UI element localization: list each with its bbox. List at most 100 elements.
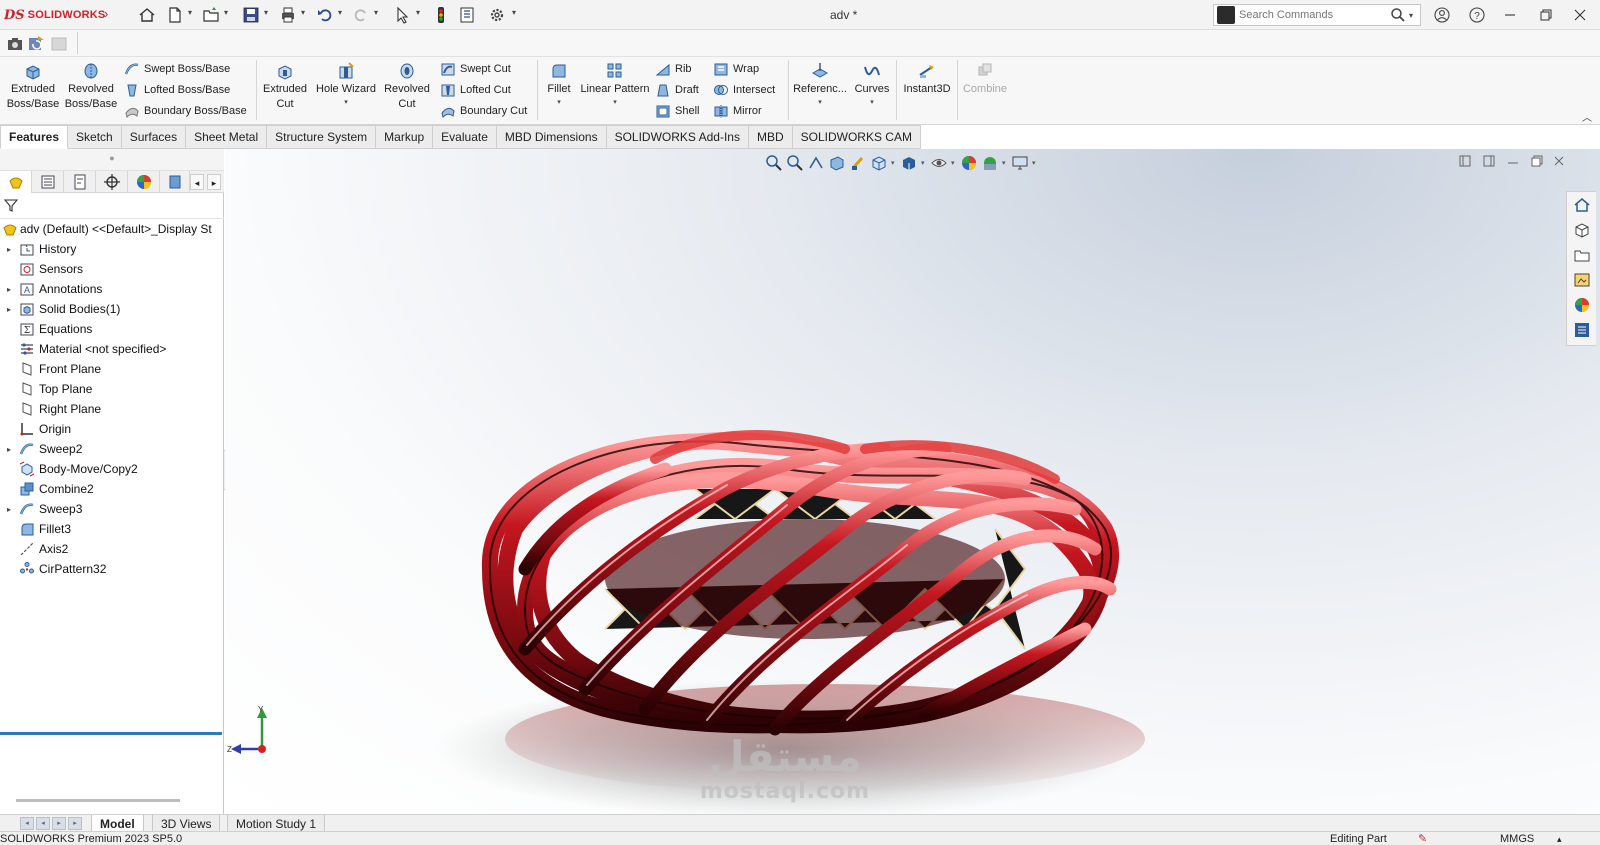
tab-solidworks-add-ins[interactable]: SOLIDWORKS Add-Ins	[606, 125, 749, 149]
collapse-ribbon-chevron-icon[interactable]: ︿	[1582, 109, 1592, 124]
screen-capture-camera-icon[interactable]	[6, 35, 24, 53]
instant3d-button[interactable]: Instant3D	[900, 61, 954, 97]
search-commands-box[interactable]: ▾	[1213, 4, 1421, 26]
zoom-to-fit-icon[interactable]	[765, 154, 783, 172]
account-icon[interactable]	[1430, 5, 1454, 25]
display-style-icon[interactable]	[900, 154, 918, 172]
tree-filter-row[interactable]	[0, 193, 224, 219]
view-settings-dropdown-icon[interactable]: ▾	[1032, 159, 1038, 167]
mirror-button[interactable]: Mirror	[713, 102, 762, 120]
edit-appearance-icon[interactable]	[960, 154, 978, 172]
display-style-dropdown-icon[interactable]: ▾	[921, 159, 927, 167]
solidworks-resources-home-icon[interactable]	[1573, 196, 1591, 214]
tree-item-history[interactable]: ▸ History	[0, 239, 224, 259]
print-dropdown-icon[interactable]: ▾	[299, 9, 307, 17]
redo-dropdown-icon[interactable]: ▾	[372, 9, 380, 17]
tab-evaluate[interactable]: Evaluate	[433, 125, 497, 149]
search-dropdown-icon[interactable]: ▾	[1409, 11, 1413, 20]
panel-horizontal-scrollbar[interactable]	[16, 799, 180, 802]
last-tab-icon[interactable]: ▸	[68, 817, 82, 830]
tree-item-cirpattern32[interactable]: CirPattern32	[0, 559, 224, 579]
tree-item-combine2[interactable]: Combine2	[0, 479, 224, 499]
linear-pattern-dropdown-icon[interactable]: ▾	[613, 98, 617, 108]
tree-item-material-not-specified[interactable]: Material <not specified>	[0, 339, 224, 359]
panel-grip[interactable]: ●	[0, 149, 224, 171]
viewport-maximize-icon[interactable]	[1529, 153, 1545, 169]
tab-structure-system[interactable]: Structure System	[267, 125, 377, 149]
expand-arrow-icon[interactable]: ▸	[4, 445, 14, 454]
swept-boss-button[interactable]: Swept Boss/Base	[124, 60, 230, 78]
configurationmanager-tab[interactable]	[64, 171, 96, 193]
linear-pattern-button[interactable]: Linear Pattern ▾	[578, 61, 652, 108]
viewport-close-icon[interactable]	[1551, 153, 1567, 169]
tree-item-sweep2[interactable]: ▸ Sweep2	[0, 439, 224, 459]
tab-sheet-metal[interactable]: Sheet Metal	[186, 125, 268, 149]
minimize-icon[interactable]	[1498, 5, 1522, 25]
unit-system-dropdown-icon[interactable]: ▴	[1557, 832, 1562, 845]
toggle-view-icon[interactable]	[50, 35, 68, 53]
hide-show-dropdown-icon[interactable]: ▾	[951, 159, 957, 167]
expand-arrow-icon[interactable]: ▸	[4, 285, 14, 294]
view-palette-icon[interactable]	[1573, 271, 1591, 289]
featuremanager-tab[interactable]	[0, 171, 32, 193]
dimxpertmanager-tab[interactable]	[96, 171, 128, 193]
tab-model[interactable]: Model	[91, 815, 144, 832]
viewport-tile-icon[interactable]	[1457, 153, 1473, 169]
revolved-boss-button[interactable]: Revolved Boss/Base	[63, 61, 119, 112]
zoom-to-area-icon[interactable]	[786, 154, 804, 172]
previous-tab-icon[interactable]: ◂	[36, 817, 50, 830]
combine-button[interactable]: Combine	[960, 61, 1010, 97]
cam-tab[interactable]	[160, 171, 190, 193]
lofted-cut-button[interactable]: Lofted Cut	[440, 81, 511, 99]
tree-item-annotations[interactable]: ▸ A Annotations	[0, 279, 224, 299]
solidworks-logo[interactable]: DS SOLIDWORKS	[4, 7, 105, 23]
torus-sweep-model[interactable]	[225, 149, 1600, 814]
dynamic-annotation-icon[interactable]	[849, 154, 867, 172]
rebuild-status-icon[interactable]: ✎	[1418, 832, 1427, 845]
previous-view-icon[interactable]	[807, 154, 825, 172]
tab-sketch[interactable]: Sketch	[68, 125, 122, 149]
first-tab-icon[interactable]: ◂	[20, 817, 34, 830]
tab-3d-views[interactable]: 3D Views	[152, 815, 221, 832]
menu-expand-chevron-icon[interactable]: ›	[104, 6, 116, 24]
unit-system[interactable]: MMGS	[1500, 832, 1534, 845]
revolved-cut-button[interactable]: Revolved Cut	[382, 61, 432, 112]
close-icon[interactable]	[1568, 5, 1592, 25]
tree-item-axis2[interactable]: Axis2	[0, 539, 224, 559]
next-tab-icon[interactable]: ▸	[52, 817, 66, 830]
curves-dropdown-icon[interactable]: ▾	[870, 98, 874, 108]
swept-cut-button[interactable]: Swept Cut	[440, 60, 511, 78]
apply-scene-dropdown-icon[interactable]: ▾	[1002, 159, 1008, 167]
tree-item-sensors[interactable]: Sensors	[0, 259, 224, 279]
draft-button[interactable]: Draft	[655, 81, 699, 99]
filter-funnel-icon[interactable]	[4, 198, 18, 212]
appearances-scenes-icon[interactable]	[1573, 296, 1591, 314]
undo-icon[interactable]	[316, 5, 334, 25]
lofted-boss-button[interactable]: Lofted Boss/Base	[124, 81, 230, 99]
select-pointer-icon[interactable]	[394, 5, 412, 25]
viewport-restore-down-icon[interactable]	[1481, 153, 1497, 169]
section-view-icon[interactable]	[828, 154, 846, 172]
extruded-cut-button[interactable]: Extruded Cut	[260, 61, 310, 112]
tree-item-top-plane[interactable]: Top Plane	[0, 379, 224, 399]
rebuild-traffic-light-icon[interactable]	[432, 5, 450, 25]
search-input[interactable]	[1239, 9, 1379, 21]
options-dropdown-icon[interactable]: ▾	[510, 9, 518, 17]
tree-item-right-plane[interactable]: Right Plane	[0, 399, 224, 419]
scroll-tabs-left-icon[interactable]: ◂	[190, 174, 204, 190]
tree-item-solid-bodies-1[interactable]: ▸ Solid Bodies(1)	[0, 299, 224, 319]
displaymanager-tab[interactable]	[128, 171, 160, 193]
hide-show-items-icon[interactable]	[930, 154, 948, 172]
intersect-button[interactable]: Intersect	[713, 81, 775, 99]
fillet-button[interactable]: Fillet ▾	[544, 61, 574, 108]
home-icon[interactable]	[138, 5, 156, 25]
reload-icon[interactable]	[27, 35, 45, 53]
file-explorer-icon[interactable]	[1573, 246, 1591, 264]
design-library-icon[interactable]	[1573, 221, 1591, 239]
view-orientation-dropdown-icon[interactable]: ▾	[891, 159, 897, 167]
tree-item-front-plane[interactable]: Front Plane	[0, 359, 224, 379]
custom-properties-icon[interactable]	[1573, 321, 1591, 339]
propertymanager-tab[interactable]	[32, 171, 64, 193]
hole-wizard-button[interactable]: Hole Wizard ▾	[314, 61, 378, 108]
rib-button[interactable]: Rib	[655, 60, 692, 78]
